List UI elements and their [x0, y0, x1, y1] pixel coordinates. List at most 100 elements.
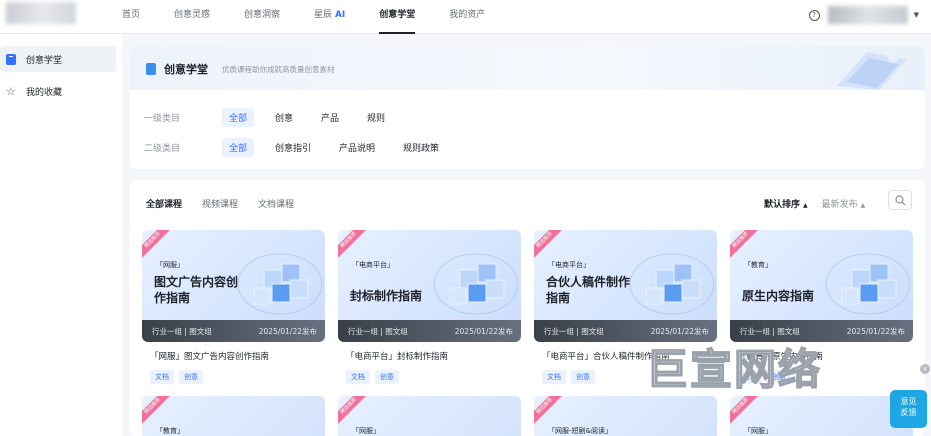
avatar[interactable] [827, 6, 908, 24]
card-tag: 文档 [150, 370, 174, 384]
featured-ribbon: 精选推荐 [534, 396, 566, 428]
document-icon [146, 63, 156, 75]
filter-chip-rules[interactable]: 规则 [360, 108, 392, 127]
card-category: 「网服」 [156, 261, 184, 269]
filter-label: 二级类目 [144, 144, 181, 154]
page-subtitle: 优质课程助你成就高质量创意素材 [222, 65, 335, 74]
top-navigation-bar: 首页 创意灵感 创意洞察 星辰 AI 创意学堂 我的资产 ? ▼ [0, 0, 931, 34]
close-icon[interactable]: × [920, 364, 930, 374]
nav-label: 星辰 [314, 10, 333, 20]
logo[interactable] [6, 2, 76, 24]
search-button[interactable] [888, 190, 912, 210]
main-nav: 首页 创意灵感 创意洞察 星辰 AI 创意学堂 我的资产 [122, 0, 519, 34]
book-icon [6, 53, 16, 65]
card-date: 2025/01/22发布 [454, 327, 513, 336]
featured-ribbon: 精选推荐 [142, 396, 174, 428]
course-card[interactable]: 精选推荐 「网服-短剧&阅读」 [534, 396, 717, 436]
course-card[interactable]: 精选推荐 「网服」 [338, 396, 521, 436]
filter-chip-all[interactable]: 全部 [222, 138, 255, 157]
card-author: 行业一组 | 图文组 [544, 327, 604, 336]
course-card[interactable]: 精选推荐 「网服」 [730, 396, 913, 436]
card-tag: 文档 [346, 370, 370, 384]
nav-label: 创意灵感 [174, 10, 211, 20]
cubes-illustration-icon [237, 253, 322, 315]
course-panel: 全部课程 视频课程 文档课程 默认排序 ▲ 最新发布 ▲ 精选推荐 「网服」 图文广… [130, 180, 925, 436]
card-category: 「教育」 [156, 427, 184, 435]
card-title[interactable]: 「电商平台」封标制作指南 [346, 350, 448, 362]
nav-label: 创意学堂 [379, 10, 416, 20]
sort-default[interactable]: 默认排序 ▲ [764, 197, 808, 210]
caret-up-icon: ▲ [803, 202, 808, 209]
sort-latest[interactable]: 最新发布 ▲ [822, 197, 866, 210]
thumbnail-title: 合伙人稿件制作指南 [546, 275, 631, 305]
card-thumbnail[interactable]: 精选推荐 「电商平台」 封标制作指南 行业一组 | 图文组 2025/01/22… [338, 230, 521, 342]
filter-chip-all[interactable]: 全部 [222, 108, 255, 127]
card-thumbnail[interactable]: 精选推荐 「教育」 原生内容指南 行业一组 | 图文组 2025/01/22发布 [730, 230, 913, 342]
course-card[interactable]: 精选推荐 「教育」 [142, 396, 325, 436]
feedback-label: 意见 [900, 397, 917, 406]
help-icon[interactable]: ? [808, 9, 820, 21]
card-tags: 文档 创意 [542, 370, 600, 384]
filter-chip-product-description[interactable]: 产品说明 [332, 138, 382, 157]
sidebar-item-creative-academy[interactable]: 创意学堂 [0, 46, 116, 72]
nav-home[interactable]: 首页 [122, 0, 140, 34]
cubes-illustration-icon [433, 253, 518, 315]
card-thumbnail[interactable]: 精选推荐 「电商平台」 合伙人稿件制作指南 行业一组 | 图文组 2025/01… [534, 230, 717, 342]
featured-ribbon: 精选推荐 [142, 230, 174, 262]
sidebar: 创意学堂 ☆ 我的收藏 [0, 34, 122, 436]
chevron-down-icon[interactable]: ▼ [914, 11, 919, 19]
user-area: ? ▼ [808, 6, 919, 24]
card-category: 「电商平台」 [548, 261, 590, 269]
card-category: 「网服」 [352, 427, 380, 435]
card-thumbnail[interactable]: 精选推荐 「网服」 图文广告内容创作指南 行业一组 | 图文组 2025/01/… [142, 230, 325, 342]
tab-all-courses[interactable]: 全部课程 [146, 197, 182, 210]
featured-ribbon: 精选推荐 [338, 230, 370, 262]
page-title: 创意学堂 [164, 63, 208, 76]
card-tag: 文档 [542, 370, 566, 384]
feedback-button[interactable]: 意见 反馈 [890, 390, 927, 428]
tab-document-courses[interactable]: 文档课程 [258, 197, 294, 210]
nav-xingchen-ai[interactable]: 星辰 AI [314, 0, 345, 34]
card-title[interactable]: 「网服」图文广告内容创作指南 [150, 350, 269, 362]
sidebar-item-favorites[interactable]: ☆ 我的收藏 [0, 78, 116, 104]
nav-insight[interactable]: 创意洞察 [244, 0, 280, 34]
filter-row-level2: 二级类目 全部 创意指引 产品说明 规则政策 [144, 138, 460, 157]
filter-label: 一级类目 [144, 114, 181, 124]
search-icon [895, 195, 906, 206]
filter-panel: 创意学堂 优质课程助你成就高质量创意素材 一级类目 全部 创意 产品 规则 二级… [130, 46, 925, 169]
filter-chip-product[interactable]: 产品 [314, 108, 346, 127]
card-tags: 文档 创意 [346, 370, 404, 384]
featured-ribbon: 精选推荐 [730, 230, 762, 262]
sort-options: 默认排序 ▲ 最新发布 ▲ [764, 197, 879, 210]
filter-chip-creative[interactable]: 创意 [268, 108, 300, 127]
ai-badge: AI [334, 10, 346, 20]
cubes-illustration-icon [825, 253, 910, 315]
nav-creative-academy[interactable]: 创意学堂 [379, 0, 416, 34]
nav-inspiration[interactable]: 创意灵感 [174, 0, 210, 34]
featured-ribbon: 精选推荐 [338, 396, 370, 428]
card-tag: 创意 [375, 370, 399, 384]
nav-label: 我的资产 [449, 10, 486, 20]
card-tag: 创意 [179, 370, 203, 384]
card-category: 「网服-短剧&阅读」 [548, 427, 612, 435]
sort-label: 默认排序 [764, 200, 801, 210]
featured-ribbon: 精选推荐 [730, 396, 762, 428]
card-footer: 行业一组 | 图文组 2025/01/22发布 [338, 320, 521, 342]
cubes-illustration-icon [629, 253, 714, 315]
star-icon: ☆ [6, 84, 16, 98]
card-footer: 行业一组 | 图文组 2025/01/22发布 [142, 320, 325, 342]
panel-header: 创意学堂 优质课程助你成就高质量创意素材 [130, 46, 925, 90]
filter-chip-rules-policy[interactable]: 规则政策 [396, 138, 446, 157]
filter-row-level1: 一级类目 全部 创意 产品 规则 [144, 108, 406, 127]
sort-label: 最新发布 [821, 200, 858, 210]
course-tabs: 全部课程 视频课程 文档课程 [146, 197, 314, 210]
card-author: 行业一组 | 图文组 [152, 327, 212, 336]
filter-chip-creative-guide[interactable]: 创意指引 [268, 138, 318, 157]
card-category: 「教育」 [744, 261, 772, 269]
card-author: 行业一组 | 图文组 [348, 327, 408, 336]
card-tag: 创意 [571, 370, 595, 384]
sidebar-item-label: 我的收藏 [26, 87, 63, 98]
nav-my-assets[interactable]: 我的资产 [449, 0, 485, 34]
tab-video-courses[interactable]: 视频课程 [202, 197, 238, 210]
feedback-label: 反馈 [900, 408, 917, 417]
